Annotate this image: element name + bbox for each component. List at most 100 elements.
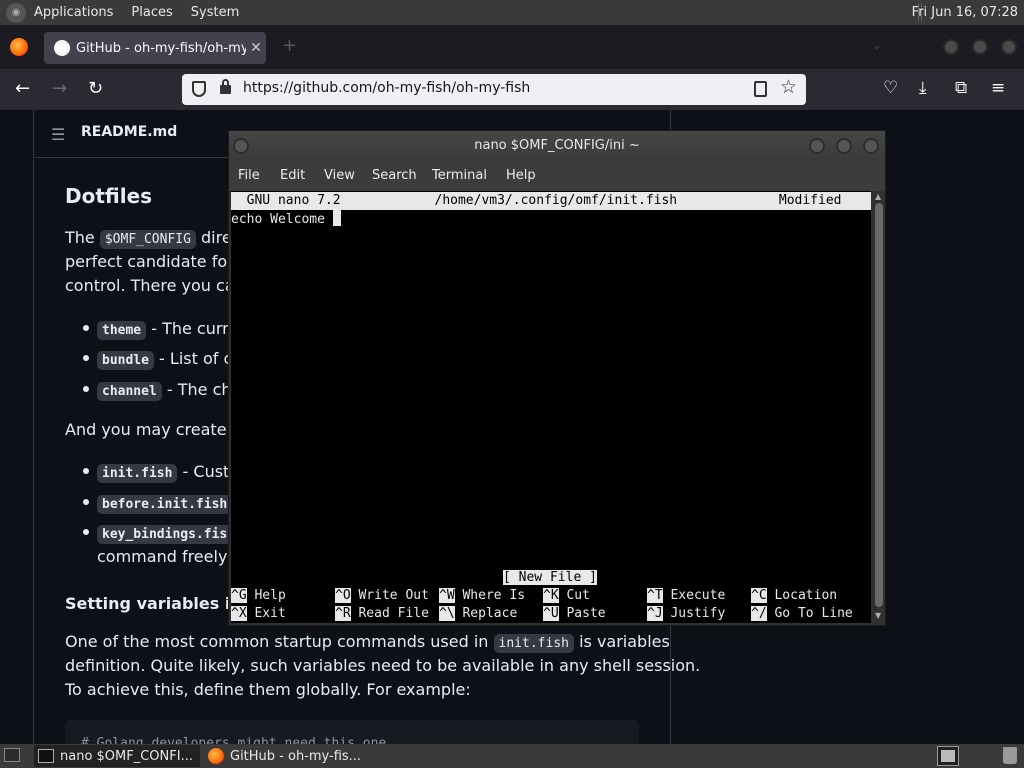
readme-filename: README.md [81, 124, 178, 140]
bullet-dot [83, 468, 89, 474]
window-menu-button[interactable] [233, 138, 249, 154]
terminal-window[interactable]: nano $OMF_CONFIG/ini ~ File Edit View Se… [228, 130, 886, 626]
nano-shortcut: ^T Execute [647, 588, 749, 603]
taskbar-item-label: nano $OMF_CONFI... [60, 748, 193, 764]
firefox-view-icon[interactable] [10, 38, 28, 56]
bullet-dot [83, 499, 89, 505]
back-icon[interactable]: ← [15, 78, 30, 99]
new-tab-icon[interactable]: + [282, 35, 297, 56]
nano-shortcut: ^\ Replace [439, 606, 541, 621]
scroll-up-icon[interactable]: ▲ [875, 192, 881, 201]
terminal-menubar: File Edit View Search Terminal Help [229, 161, 885, 191]
terminal-minimize-button[interactable] [809, 138, 825, 154]
browser-tab-github[interactable]: GitHub - oh-my-fish/oh-my ✕ [44, 32, 266, 64]
bookmark-star-icon[interactable]: ☆ [780, 76, 797, 98]
top-panel: ◉ Applications Places System Fri Jun 16,… [0, 0, 1024, 25]
menu-view[interactable]: View [324, 168, 355, 183]
outline-list-icon[interactable]: ☰ [51, 125, 65, 144]
text-cursor [332, 210, 341, 226]
list-item-continuation: command freely [97, 547, 228, 566]
close-tab-icon[interactable]: ✕ [246, 40, 266, 56]
menu-help[interactable]: Help [506, 168, 536, 183]
forward-icon[interactable]: → [52, 78, 67, 99]
nano-shortcut: ^K Cut [543, 588, 645, 603]
downloads-icon[interactable]: ⤓ [919, 78, 927, 98]
nano-shortcut: ^U Paste [543, 606, 645, 621]
github-icon [54, 40, 70, 56]
trash-icon[interactable] [1003, 747, 1017, 764]
menu-search[interactable]: Search [372, 168, 417, 183]
nano-shortcut: ^J Justify [647, 606, 749, 621]
url-bar[interactable]: https://github.com/oh-my-fish/oh-my-fish… [182, 74, 806, 105]
bullet-dot [83, 386, 89, 392]
paragraph-line: control. There you can [65, 276, 245, 295]
paragraph-line: To achieve this, define them globally. F… [65, 680, 471, 699]
reader-view-icon[interactable] [754, 81, 767, 97]
list-tabs-chevron-down-icon[interactable]: ⌄ [872, 38, 882, 52]
terminal-title: nano $OMF_CONFIG/ini ~ [474, 138, 640, 153]
terminal-scrollbar[interactable]: ▲ ▼ [873, 191, 885, 623]
editor-line[interactable]: echo Welcome [231, 210, 871, 228]
terminal-close-button[interactable] [863, 138, 879, 154]
taskbar-item-firefox[interactable]: GitHub - oh-my-fis... [204, 745, 370, 767]
menu-edit[interactable]: Edit [280, 168, 305, 183]
terminal-screen[interactable]: GNU nano 7.2 /home/vm3/.config/omf/init.… [231, 191, 871, 623]
bullet-dot [83, 529, 89, 535]
show-desktop-icon[interactable] [4, 748, 20, 762]
nano-shortcut: ^R Read File [335, 606, 437, 621]
url-text[interactable]: https://github.com/oh-my-fish/oh-my-fish [243, 80, 530, 96]
lock-icon[interactable] [220, 79, 231, 94]
extensions-icon[interactable]: ⧉ [955, 78, 967, 98]
tab-title: GitHub - oh-my-fish/oh-my [76, 40, 246, 56]
clock[interactable]: Fri Jun 16, 07:28 [912, 5, 1018, 20]
shortcut-row-2: ^X Exit ^R Read File ^\ Replace ^U Paste… [231, 605, 871, 623]
nano-status: [ New File ] [503, 570, 597, 585]
places-menu[interactable]: Places [131, 5, 172, 20]
nano-shortcut: ^O Write Out [335, 588, 437, 603]
distro-logo-icon[interactable]: ◉ [6, 2, 26, 23]
system-menu[interactable]: System [191, 5, 239, 20]
section-heading: Dotfiles [65, 184, 153, 208]
hamburger-menu-icon[interactable]: ≡ [991, 78, 1005, 98]
taskbar-item-terminal[interactable]: nano $OMF_CONFI... [34, 745, 200, 767]
paragraph-line: And you may create an [65, 420, 252, 439]
close-window-button[interactable] [1001, 39, 1017, 55]
shortcut-row-1: ^G Help ^O Write Out ^W Where Is ^K Cut … [231, 587, 871, 605]
applications-menu[interactable]: Applications [34, 5, 113, 20]
inline-code: init.fish [493, 634, 574, 653]
paragraph-line: The $OMF_CONFIG dire [65, 228, 232, 249]
scroll-down-icon[interactable]: ▼ [875, 611, 881, 620]
minimize-button[interactable] [943, 39, 959, 55]
code-block: # Golang developers might need this one [65, 720, 639, 744]
maximize-button[interactable] [972, 39, 988, 55]
inline-code: $OMF_CONFIG [99, 230, 196, 249]
nano-header: GNU nano 7.2 /home/vm3/.config/omf/init.… [231, 192, 871, 210]
list-item: before.init.fish [97, 491, 233, 517]
bullet-dot [83, 325, 89, 331]
paragraph-line: definition. Quite likely, such variables… [65, 656, 701, 675]
terminal-maximize-button[interactable] [836, 138, 852, 154]
menu-file[interactable]: File [238, 168, 260, 183]
terminal-title-bar[interactable]: nano $OMF_CONFIG/ini ~ [229, 131, 885, 161]
list-item: theme - The curre [97, 317, 238, 343]
list-item: bundle - List of c [97, 347, 232, 373]
bottom-taskbar: nano $OMF_CONFI... GitHub - oh-my-fis... [0, 744, 1024, 768]
firefox-icon [208, 748, 224, 764]
menu-terminal[interactable]: Terminal [432, 168, 487, 183]
taskbar-item-label: GitHub - oh-my-fis... [230, 748, 362, 764]
bullet-dot [83, 355, 89, 361]
nano-shortcut: ^G Help [231, 588, 333, 603]
list-item: init.fish - Cust [97, 460, 229, 486]
scrollbar-thumb[interactable] [875, 203, 883, 607]
list-item: channel - The ch [97, 378, 232, 404]
tracking-protection-shield-icon[interactable] [192, 81, 206, 97]
paragraph-line: One of the most common startup commands … [65, 632, 670, 653]
terminal-icon [38, 749, 54, 763]
nano-shortcut: ^/ Go To Line [751, 606, 853, 621]
list-item: key_bindings.fis [97, 521, 233, 547]
pocket-icon[interactable]: ♡ [883, 78, 898, 98]
nano-shortcut: ^X Exit [231, 606, 333, 621]
workspace-switcher[interactable] [937, 746, 959, 766]
nano-shortcut: ^C Location [751, 588, 838, 603]
reload-icon[interactable]: ↻ [88, 78, 103, 99]
